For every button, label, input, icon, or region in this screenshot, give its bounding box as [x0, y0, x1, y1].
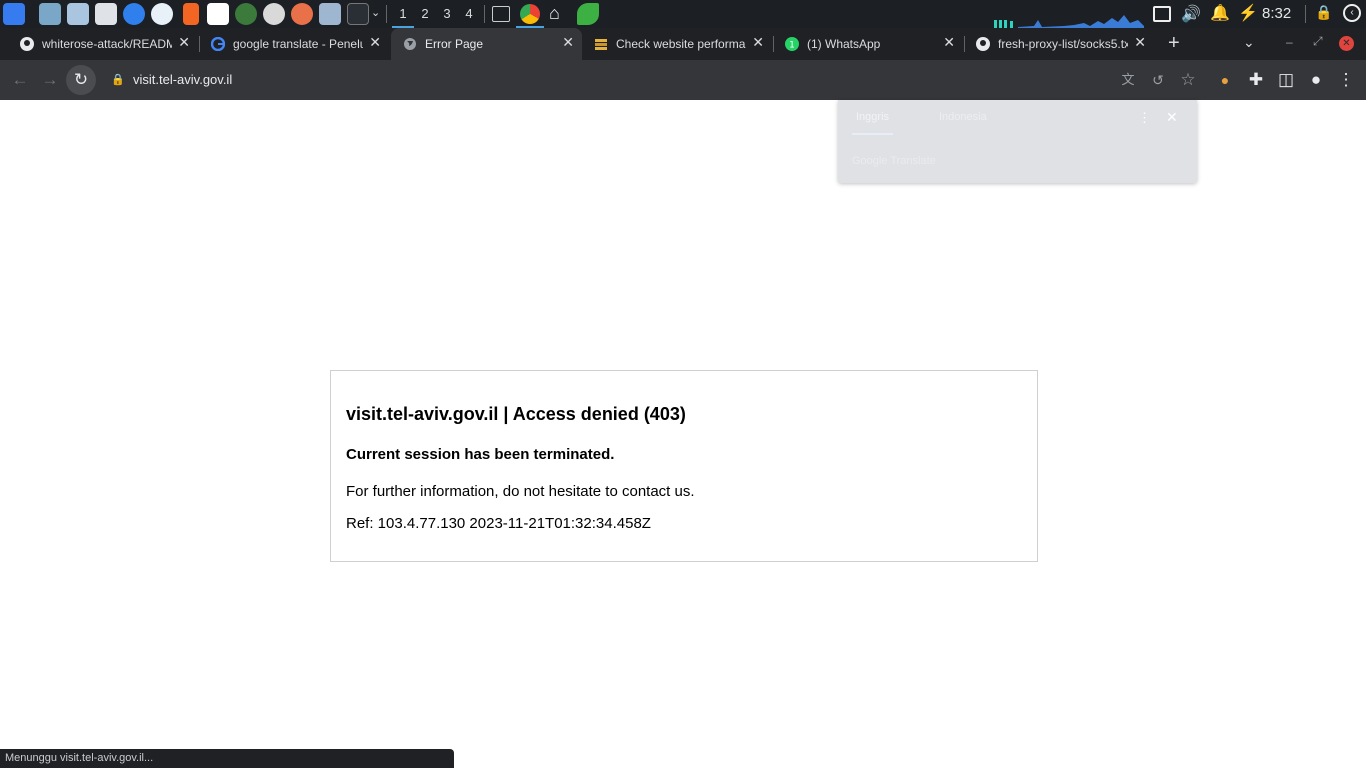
browser-icon[interactable]	[123, 3, 145, 25]
error-heading: visit.tel-aviv.gov.il | Access denied (4…	[346, 404, 686, 424]
logout-icon[interactable]: ‹	[1343, 4, 1361, 22]
text-editor-icon[interactable]	[95, 3, 117, 25]
terminal-icon[interactable]	[347, 3, 369, 25]
close-icon[interactable]: ✕	[1134, 34, 1146, 51]
clock[interactable]: 8:32	[1262, 0, 1291, 28]
tab-search-chevron-icon[interactable]: ⌄	[1243, 34, 1255, 51]
tab-website-performance[interactable]: Check website performan ✕	[582, 28, 772, 60]
close-icon[interactable]: ✕	[562, 34, 574, 51]
close-icon[interactable]: ✕	[752, 34, 764, 51]
files-icon[interactable]	[39, 3, 61, 25]
chrome-app-icon[interactable]	[263, 3, 285, 25]
browser-toolbar: ← → ↻ 🔒 visit.tel-aviv.gov.il 文 ↺ ☆ ● ✚ …	[0, 60, 1366, 100]
tab-title: (1) WhatsApp	[807, 37, 881, 51]
close-window-icon[interactable]: ✕	[1339, 36, 1354, 51]
reload-icon[interactable]: ↻	[66, 65, 96, 95]
panel-divider	[386, 5, 387, 23]
site-info-icon[interactable]: 🔒	[106, 68, 130, 92]
translate-icon[interactable]: 文	[1116, 68, 1140, 92]
notification-bell-icon[interactable]: 🔔	[1210, 3, 1230, 23]
network-graph-icon	[994, 15, 1144, 28]
close-icon[interactable]: ✕	[178, 34, 190, 51]
mail-icon[interactable]	[207, 3, 229, 25]
close-icon[interactable]: ✕	[369, 34, 381, 51]
chevron-down-icon[interactable]: ⌄	[371, 6, 380, 19]
workspace-3[interactable]: 3	[436, 0, 458, 28]
kali-menu-icon[interactable]	[3, 3, 25, 25]
workspace-1[interactable]: 1	[392, 0, 414, 28]
more-options-icon[interactable]: ⋮	[1138, 110, 1151, 126]
tab-title: Check website performan	[616, 37, 746, 51]
globe-icon	[404, 38, 416, 50]
display-icon[interactable]	[1153, 6, 1171, 22]
menu-kebab-icon[interactable]: ⋮	[1334, 68, 1358, 92]
folder-icon[interactable]	[67, 3, 89, 25]
tab-google-translate[interactable]: google translate - Penelu ✕	[199, 28, 389, 60]
power-icon[interactable]: ⚡	[1238, 3, 1258, 23]
new-tab-button[interactable]: +	[1168, 32, 1180, 55]
monitor-icon[interactable]	[319, 3, 341, 25]
tab-title: fresh-proxy-list/socks5.tx	[998, 37, 1128, 51]
panel-divider	[484, 5, 485, 23]
translate-target-language-tab[interactable]: Indonesia	[939, 111, 987, 123]
volume-icon[interactable]: 🔊	[1181, 4, 1201, 24]
google-icon	[211, 37, 225, 51]
lock-icon[interactable]: 🔒	[1315, 4, 1332, 21]
error-message: For further information, do not hesitate…	[346, 483, 695, 500]
burp-icon[interactable]	[183, 3, 199, 25]
tab-title: Error Page	[425, 37, 484, 51]
side-panel-icon[interactable]: ◫	[1274, 68, 1298, 92]
app-leaf-icon[interactable]	[577, 3, 599, 25]
tab-proxy-list[interactable]: fresh-proxy-list/socks5.tx ✕	[964, 28, 1154, 60]
svg-text:1: 1	[789, 41, 795, 51]
tool-icon[interactable]	[235, 3, 257, 25]
minimize-icon[interactable]: –	[1286, 35, 1293, 49]
workspace-4[interactable]: 4	[458, 0, 480, 28]
error-box: visit.tel-aviv.gov.il | Access denied (4…	[330, 370, 1038, 562]
firefox-icon[interactable]	[291, 3, 313, 25]
tab-title: whiterose-attack/README	[42, 37, 172, 51]
forward-arrow-icon[interactable]: →	[38, 68, 62, 92]
page-content: Inggris Indonesia ⋮ ✕ Google Translate v…	[0, 100, 1366, 768]
back-arrow-icon[interactable]: ←	[8, 68, 32, 92]
home-icon[interactable]: ⌂	[549, 3, 560, 24]
os-panel: ⌄ 1 2 3 4 ⌂ 🔊 🔔 ⚡ 8:32 🔒 ‹	[0, 0, 1366, 28]
error-reference: Ref: 103.4.77.130 2023-11-21T01:32:34.45…	[346, 515, 651, 532]
bookmark-star-icon[interactable]: ☆	[1176, 68, 1200, 92]
tab-whiterose[interactable]: whiterose-attack/README ✕	[8, 28, 198, 60]
tab-strip: whiterose-attack/README ✕ google transla…	[0, 28, 1366, 60]
window-chrome-icon[interactable]	[520, 4, 540, 24]
workspace-2[interactable]: 2	[414, 0, 436, 28]
profile-icon[interactable]: ●	[1304, 68, 1328, 92]
tab-error-page[interactable]: Error Page ✕	[391, 28, 582, 60]
tab-whatsapp[interactable]: 1 (1) WhatsApp ✕	[773, 28, 963, 60]
share-icon[interactable]: ↺	[1146, 68, 1170, 92]
translate-source-language-tab[interactable]: Inggris	[852, 111, 894, 135]
github-icon	[20, 37, 34, 51]
error-subheading: Current session has been terminated.	[346, 446, 615, 463]
extension-cookie-icon[interactable]: ●	[1213, 68, 1237, 92]
status-bar: Menunggu visit.tel-aviv.gov.il...	[0, 749, 454, 768]
close-icon[interactable]: ✕	[943, 34, 955, 51]
restore-icon[interactable]: ⤢	[1313, 34, 1323, 49]
google-translate-brand: Google Translate	[852, 155, 936, 167]
close-icon[interactable]: ✕	[1166, 109, 1178, 126]
kali-dragon-icon[interactable]	[151, 3, 173, 25]
github-icon	[976, 37, 990, 51]
tab-title: google translate - Penelu	[233, 37, 363, 51]
extensions-puzzle-icon[interactable]: ✚	[1244, 68, 1268, 92]
whatsapp-icon: 1	[785, 37, 799, 51]
panel-divider	[1305, 5, 1306, 23]
translate-popup: Inggris Indonesia ⋮ ✕ Google Translate	[838, 100, 1197, 183]
window-terminal-icon[interactable]	[492, 6, 510, 22]
address-bar[interactable]: visit.tel-aviv.gov.il	[133, 72, 232, 87]
site-icon	[595, 39, 607, 50]
